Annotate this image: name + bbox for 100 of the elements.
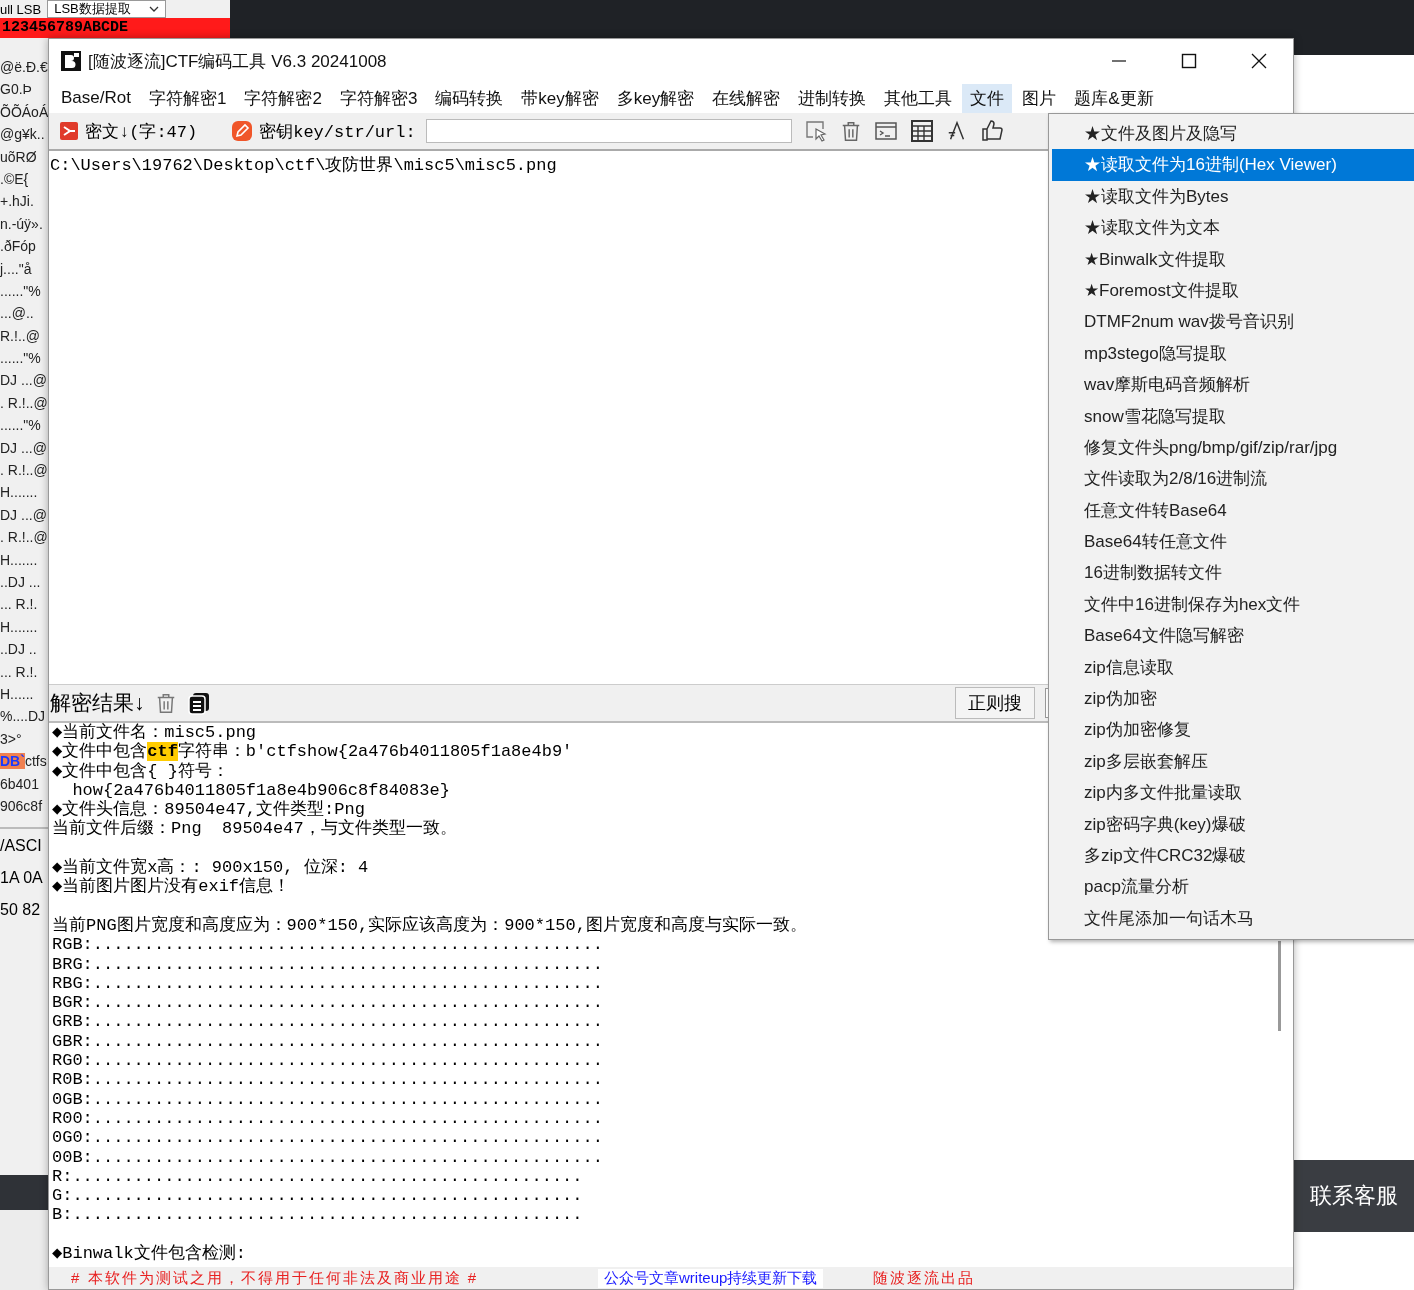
- hex-dump-text: 6b401: [0, 775, 39, 792]
- menu-option[interactable]: 文件尾添加一句话木马: [1052, 902, 1414, 935]
- menu-item[interactable]: 带key解密: [513, 83, 607, 113]
- result-text-line: ◆当前文件宽x高：: 900x150, 位深: 4: [52, 858, 369, 878]
- hex-dump-text: H.......: [0, 551, 38, 568]
- menu-option[interactable]: ★读取文件为16进制(Hex Viewer): [1052, 149, 1414, 181]
- result-text-line: BRG:..................................................: [52, 954, 603, 974]
- hex-dump-text: ..DJ ..: [0, 641, 37, 658]
- hex-dump-text: 906c8f: [0, 797, 43, 814]
- app-logo-icon: [60, 50, 82, 72]
- result-text-line: 0G0:..................................................: [52, 1128, 603, 1148]
- status-link[interactable]: 公众号文章writeup持续更新下载: [598, 1268, 824, 1288]
- regex-search-button[interactable]: 正则搜: [955, 687, 1035, 719]
- hex-dump-text: ..DJ ...: [0, 574, 41, 590]
- result-text-line: R0B:..................................................: [52, 1070, 603, 1090]
- hex-dump-text: ctfs: [24, 753, 47, 770]
- result-text-line: RG0:..................................................: [52, 1051, 603, 1071]
- hex-dump-text: H......: [0, 685, 34, 702]
- caret-icon: [148, 6, 159, 12]
- menu-item[interactable]: 图片: [1014, 83, 1065, 113]
- result-text-line: BGR:..................................................: [52, 993, 603, 1013]
- result-text-line: ◆Binwalk文件包含检测:: [52, 1244, 246, 1264]
- hex-dump-text: DJ ...@: [0, 372, 47, 389]
- menu-item[interactable]: 字符解密2: [236, 83, 330, 113]
- hex-dump-text: 1A 0A: [0, 869, 43, 889]
- hex-dump-text: . R.!..@: [0, 462, 48, 479]
- hex-dump-text: . R.!..@: [0, 394, 48, 411]
- pen-icon[interactable]: [231, 120, 254, 142]
- mode-dropdown[interactable]: LSB数据提取: [47, 0, 166, 18]
- hex-dump-text: n.-úÿ».: [0, 215, 43, 232]
- menu-item[interactable]: 文件: [962, 83, 1013, 113]
- ciphertext-label: 密文↓(字:47): [85, 121, 198, 143]
- hex-dump-text: uõRØ: [0, 148, 37, 165]
- status-notice: 随波逐流出品: [873, 1268, 976, 1288]
- menu-option[interactable]: zip内多文件批量读取: [1052, 777, 1414, 809]
- menu-item[interactable]: 在线解密: [704, 83, 789, 113]
- result-text-line: 当前文件后缀：Png 89504e47，与文件类型一致。: [52, 819, 457, 839]
- hex-dump-text: ... R.!.: [0, 596, 38, 613]
- menu-option[interactable]: zip伪加密: [1052, 683, 1414, 715]
- menu-item[interactable]: 编码转换: [427, 83, 512, 113]
- menu-item[interactable]: 题库&更新: [1066, 83, 1162, 113]
- hex-dump-text: DJ ...@: [0, 439, 47, 456]
- hex-dump-text: +.hJi.: [0, 193, 34, 210]
- table-icon[interactable]: [909, 119, 934, 143]
- hex-dump-text: H.......: [0, 618, 38, 635]
- result-text-line: ◆文件中包含{ }符号：: [52, 761, 229, 781]
- hex-dump-text: ... R.!.: [0, 663, 38, 680]
- close-icon[interactable]: [1251, 53, 1267, 69]
- hex-dump-text: . R.!..@: [0, 529, 48, 546]
- select-cursor-icon[interactable]: [803, 119, 828, 143]
- result-text-line: G:..................................................: [52, 1186, 583, 1206]
- menu-item[interactable]: 字符解密1: [140, 83, 235, 113]
- hex-dump-text: DJ ...@: [0, 506, 47, 523]
- menu-option[interactable]: pacp流量分析: [1052, 871, 1414, 903]
- hex-dump-text: ......"%: [0, 282, 41, 299]
- key-input-field[interactable]: [425, 119, 792, 143]
- hex-dump-text: 3>°: [0, 730, 22, 747]
- hex-dump-text: G0.Þ: [0, 81, 32, 98]
- window-title: [随波逐流]CTF编码工具 V6.3 20241008: [88, 50, 387, 73]
- contact-service-link[interactable]: 联系客服: [1310, 1181, 1398, 1211]
- scrollbar-thumb[interactable]: [1278, 941, 1281, 1031]
- highlighted-text: DB`: [0, 753, 25, 770]
- hex-dump-text: %....DJ: [0, 708, 46, 725]
- menu-item[interactable]: 进制转换: [790, 83, 875, 113]
- result-text-line: GRB:..................................................: [52, 1012, 603, 1032]
- result-text-line: ◆当前文件名：misc5.png: [52, 723, 257, 742]
- thumbs-up-icon[interactable]: [979, 119, 1004, 143]
- menu-item[interactable]: Base/Rot: [53, 85, 139, 111]
- hex-dump-text: R.!..@: [0, 327, 40, 344]
- result-text-line: R:..................................................: [52, 1166, 583, 1187]
- result-text-line: RGB:..................................................: [52, 935, 603, 955]
- result-text-line: ◆当前图片图片没有exif信息！: [52, 877, 291, 897]
- result-text-line: 当前PNG图片宽度和高度应为：900*150,实际应该高度为：900*150,图片宽度和高度与实际一致。: [52, 915, 807, 936]
- status-notice: # 本软件为测试之用，不得用于任何非法及商业用途 #: [71, 1268, 479, 1288]
- menu-option[interactable]: ★文件及图片及隐写: [1052, 118, 1414, 150]
- hex-dump-text: ...@..: [0, 305, 34, 322]
- menu-item[interactable]: 其他工具: [876, 83, 961, 113]
- result-text-line: GBR:..................................................: [52, 1031, 603, 1052]
- menu-item[interactable]: 多key解密: [608, 83, 703, 113]
- hex-dump-text: @g¥k..: [0, 126, 45, 143]
- result-text-line: 0GB:..................................................: [52, 1089, 603, 1109]
- menu-item[interactable]: 字符解密3: [331, 83, 426, 113]
- hex-dump-text: ......"%: [0, 350, 41, 367]
- hex-dump-text: @ë.Ð.€: [0, 59, 48, 75]
- maximize-icon[interactable]: [1181, 53, 1197, 69]
- result-label: 解密结果↓: [50, 690, 145, 716]
- result-text-line: how{2a476b4011805f1a8e4b906c8f84083e}: [71, 780, 450, 800]
- hex-dump-text: ÕÕÁoÁ: [0, 103, 49, 120]
- result-text-line: ◆文件头信息：89504e47,文件类型:Png: [52, 800, 365, 820]
- import-icon[interactable]: [59, 121, 79, 141]
- result-text-line: ◆文件中包含ctf字符串：b'ctfshow{2a476b4011805f1a8e4b9': [52, 742, 573, 762]
- hex-dump-text: ......"%: [0, 417, 41, 434]
- copy-icon[interactable]: [186, 691, 211, 715]
- terminal-icon[interactable]: [873, 119, 898, 143]
- menu-option[interactable]: zip密码字典(key)爆破: [1052, 808, 1414, 840]
- menu-option[interactable]: zip多层嵌套解压: [1052, 745, 1414, 778]
- hex-dump-text: H.......: [0, 484, 38, 501]
- option-label: ull LSB: [0, 1, 42, 17]
- menu-option[interactable]: zip伪加密修复: [1052, 714, 1414, 746]
- menu-option[interactable]: 多zip文件CRC32爆破: [1052, 840, 1414, 872]
